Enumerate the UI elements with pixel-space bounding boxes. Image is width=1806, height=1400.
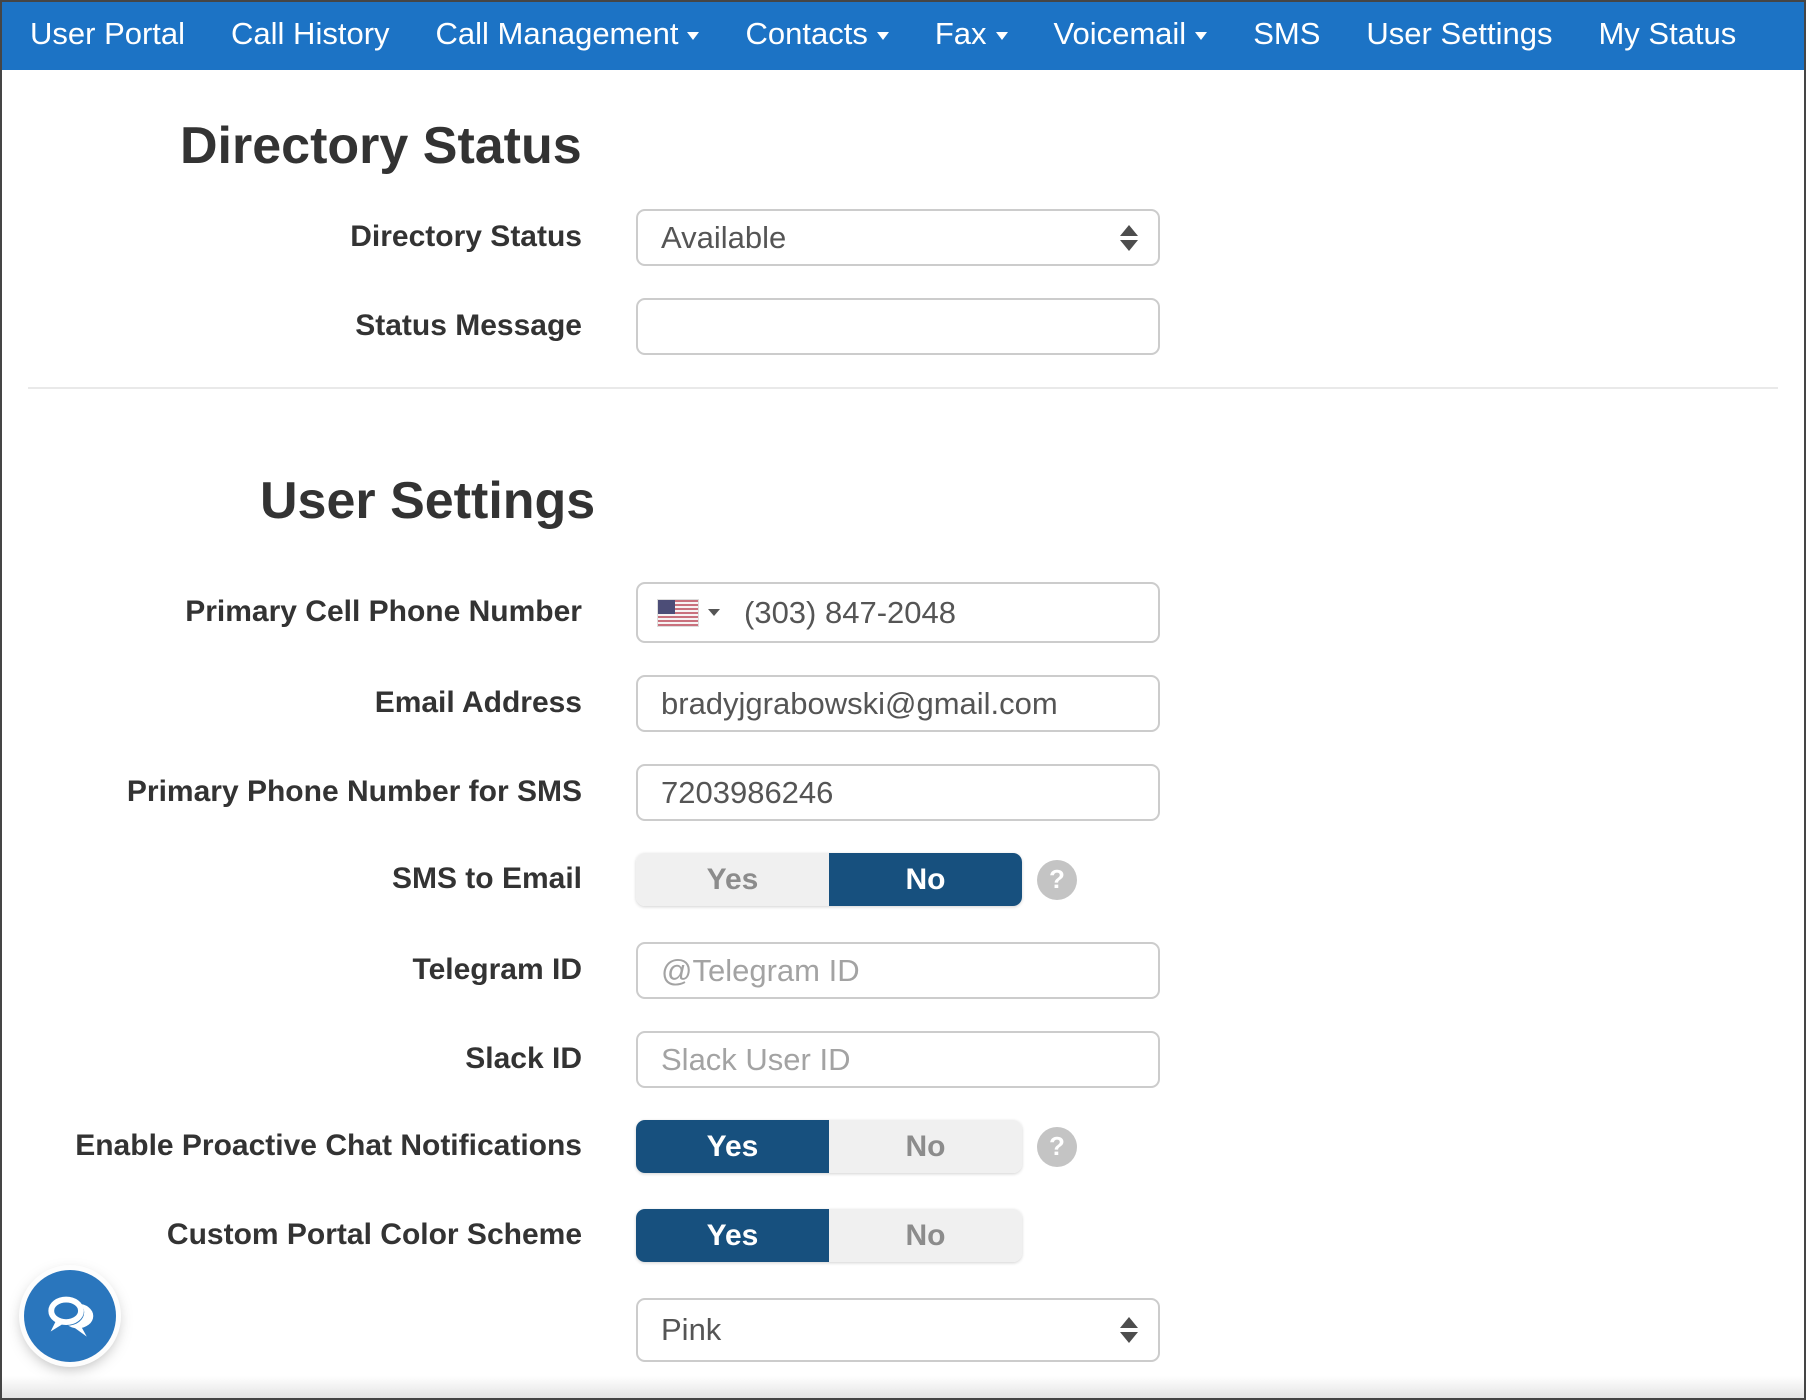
nav-label: My Status — [1598, 14, 1736, 54]
color-scheme-row: Pink — [2, 1298, 1804, 1362]
chat-bubbles-icon — [39, 1285, 101, 1347]
telegram-label: Telegram ID — [2, 953, 582, 988]
sms-to-email-no-button[interactable]: No — [829, 853, 1022, 906]
select-spinner-icon — [1120, 1317, 1138, 1343]
chevron-down-icon — [996, 32, 1008, 40]
slack-label: Slack ID — [2, 1042, 582, 1077]
color-scheme-selected-value: Pink — [661, 1312, 721, 1348]
directory-status-row: Directory Status Available — [2, 209, 1804, 266]
proactive-chat-row: Enable Proactive Chat Notifications Yes … — [2, 1120, 1804, 1173]
nav-item-user-settings[interactable]: User Settings — [1343, 14, 1575, 54]
primary-cell-input[interactable]: (303) 847-2048 — [636, 582, 1160, 643]
nav-item-voicemail[interactable]: Voicemail — [1031, 14, 1231, 54]
status-message-input[interactable] — [636, 298, 1160, 355]
page: User Portal Call History Call Management… — [0, 0, 1806, 1400]
section-divider — [28, 387, 1778, 389]
telegram-row: Telegram ID — [2, 942, 1804, 999]
proactive-chat-label: Enable Proactive Chat Notifications — [2, 1129, 582, 1164]
sms-number-label: Primary Phone Number for SMS — [2, 775, 582, 810]
status-message-label: Status Message — [2, 309, 582, 344]
nav-item-my-status[interactable]: My Status — [1575, 14, 1759, 54]
directory-status-select[interactable]: Available — [636, 209, 1160, 266]
custom-color-yes-button[interactable]: Yes — [636, 1209, 829, 1262]
nav-label: User Portal — [30, 14, 185, 54]
custom-color-no-button[interactable]: No — [829, 1209, 1022, 1262]
nav-item-fax[interactable]: Fax — [912, 14, 1031, 54]
help-icon[interactable]: ? — [1037, 860, 1077, 900]
sms-number-field[interactable] — [636, 764, 1160, 821]
help-icon[interactable]: ? — [1037, 1127, 1077, 1167]
email-field[interactable] — [636, 675, 1160, 732]
nav-item-call-history[interactable]: Call History — [208, 14, 412, 54]
custom-color-toggle: Yes No — [636, 1209, 1022, 1262]
nav-item-contacts[interactable]: Contacts — [722, 14, 911, 54]
sms-to-email-toggle: Yes No — [636, 853, 1022, 906]
sms-number-row: Primary Phone Number for SMS — [2, 764, 1804, 821]
sms-to-email-yes-button[interactable]: Yes — [636, 853, 829, 906]
us-flag-icon — [658, 600, 698, 626]
directory-status-heading: Directory Status — [180, 120, 1804, 173]
chevron-down-icon — [687, 32, 699, 40]
proactive-chat-yes-button[interactable]: Yes — [636, 1120, 829, 1173]
color-scheme-select[interactable]: Pink — [636, 1298, 1160, 1362]
chevron-down-icon — [708, 609, 720, 616]
primary-cell-row: Primary Cell Phone Number (303) 847-2048 — [2, 582, 1804, 643]
email-label: Email Address — [2, 686, 582, 721]
nav-item-sms[interactable]: SMS — [1230, 14, 1343, 54]
sms-to-email-row: SMS to Email Yes No ? — [2, 853, 1804, 906]
nav-item-call-management[interactable]: Call Management — [413, 14, 723, 54]
custom-color-label: Custom Portal Color Scheme — [2, 1218, 582, 1253]
email-row: Email Address — [2, 675, 1804, 732]
chevron-down-icon — [1195, 32, 1207, 40]
directory-status-label: Directory Status — [2, 220, 582, 255]
slack-row: Slack ID — [2, 1031, 1804, 1088]
nav-item-user-portal[interactable]: User Portal — [7, 14, 208, 54]
user-settings-heading: User Settings — [260, 475, 1804, 528]
proactive-chat-toggle: Yes No — [636, 1120, 1022, 1173]
primary-cell-label: Primary Cell Phone Number — [2, 595, 582, 630]
nav-label: SMS — [1253, 14, 1320, 54]
nav-label: Fax — [935, 14, 987, 54]
nav-label: Call Management — [436, 14, 679, 54]
slack-id-field[interactable] — [636, 1031, 1160, 1088]
directory-status-selected-value: Available — [661, 220, 786, 256]
custom-color-row: Custom Portal Color Scheme Yes No — [2, 1209, 1804, 1262]
nav-label: User Settings — [1366, 14, 1552, 54]
nav-label: Voicemail — [1054, 14, 1187, 54]
footer-strip — [2, 1376, 1804, 1398]
country-flag-dropdown[interactable] — [652, 596, 726, 630]
primary-cell-value: (303) 847-2048 — [744, 595, 956, 631]
telegram-id-field[interactable] — [636, 942, 1160, 999]
nav-label: Contacts — [745, 14, 867, 54]
live-chat-button[interactable] — [24, 1270, 116, 1362]
top-navbar: User Portal Call History Call Management… — [2, 2, 1804, 70]
sms-to-email-label: SMS to Email — [2, 862, 582, 897]
chevron-down-icon — [877, 32, 889, 40]
status-message-row: Status Message — [2, 298, 1804, 355]
proactive-chat-no-button[interactable]: No — [829, 1120, 1022, 1173]
nav-label: Call History — [231, 14, 389, 54]
select-spinner-icon — [1120, 225, 1138, 251]
main-content: Directory Status Directory Status Availa… — [2, 70, 1804, 1362]
